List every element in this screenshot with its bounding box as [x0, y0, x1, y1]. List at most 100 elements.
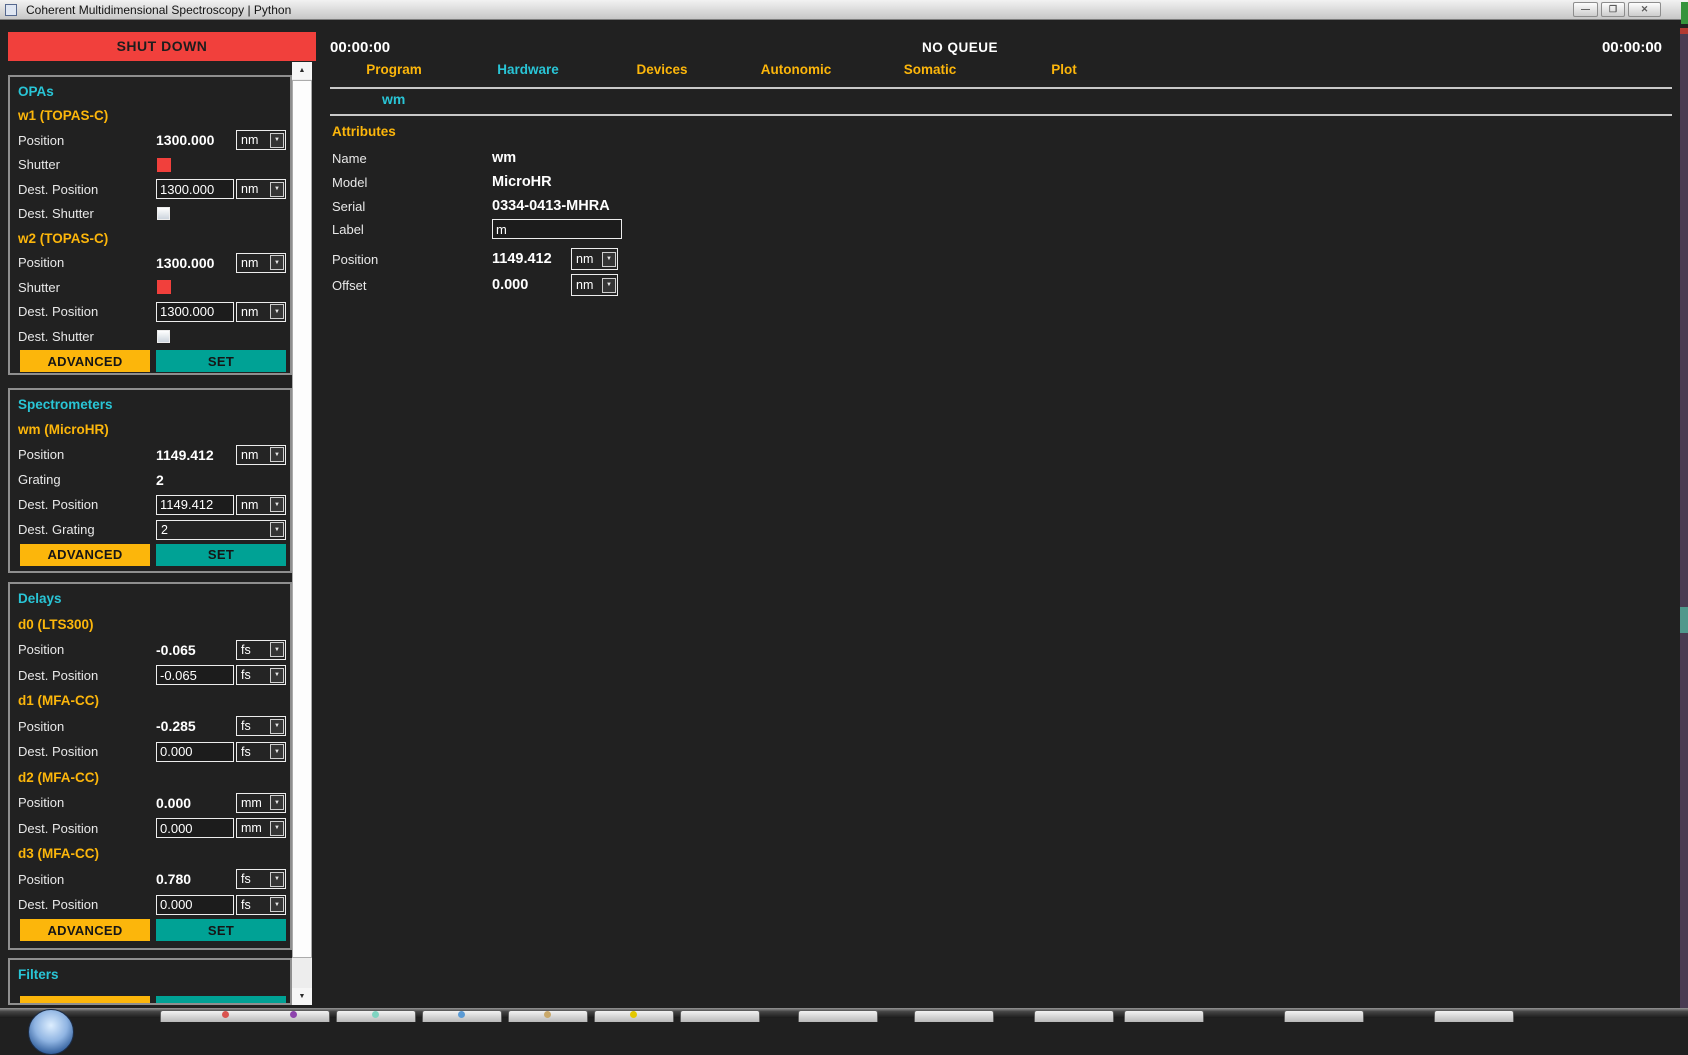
scroll-up-icon[interactable]: ▲ [292, 62, 312, 79]
shutter-indicator [157, 158, 171, 172]
tab-somatic[interactable]: Somatic [863, 58, 997, 82]
wm-position-row: Position 1149.412 nm ▼ [18, 442, 286, 467]
taskbar-button[interactable] [160, 1010, 330, 1022]
advanced-button[interactable]: ADVANCED [20, 350, 150, 372]
taskbar-button[interactable] [1034, 1010, 1114, 1022]
set-button[interactable]: SET [156, 350, 286, 372]
shutdown-button[interactable]: SHUT DOWN [8, 32, 316, 61]
unit-dropdown[interactable]: fs ▼ [236, 716, 286, 736]
sidebar-scrollbar[interactable]: ▲ ▼ [292, 62, 312, 1005]
dest-position-input[interactable] [156, 495, 234, 515]
name-label: Name [332, 151, 492, 166]
tab-autonomic[interactable]: Autonomic [729, 58, 863, 82]
dest-position-input[interactable] [156, 818, 234, 838]
tab-program[interactable]: Program [327, 58, 461, 82]
dest-position-input[interactable] [156, 302, 234, 322]
position-label: Position [18, 133, 154, 148]
tab-hardware[interactable]: Hardware [461, 58, 595, 82]
chevron-down-icon[interactable]: ▼ [270, 897, 284, 912]
advanced-button[interactable]: ADVANCED [20, 544, 150, 566]
chevron-down-icon[interactable]: ▼ [270, 872, 284, 887]
advanced-button[interactable]: ADVANCED [20, 919, 150, 941]
tab-devices[interactable]: Devices [595, 58, 729, 82]
chevron-down-icon[interactable]: ▼ [270, 133, 284, 148]
shutter-label: Shutter [18, 157, 156, 172]
taskbar-button[interactable] [1284, 1010, 1364, 1022]
device-name-w2: w2 (TOPAS-C) [18, 231, 108, 246]
unit-value: nm [241, 448, 270, 462]
d0-position-row: Position -0.065 fs ▼ [18, 637, 286, 663]
dest-position-label: Dest. Position [18, 897, 156, 912]
window-titlebar: Coherent Multidimensional Spectroscopy |… [0, 0, 1688, 20]
dest-position-input[interactable] [156, 179, 234, 199]
unit-dropdown[interactable]: nm ▼ [236, 495, 286, 515]
chevron-down-icon[interactable]: ▼ [270, 304, 284, 319]
dest-position-input[interactable] [156, 742, 234, 762]
advanced-button[interactable]: ADVANCED [20, 996, 150, 1005]
chevron-down-icon[interactable]: ▼ [270, 182, 284, 197]
dest-shutter-checkbox[interactable] [157, 330, 170, 343]
subtab-wm[interactable]: wm [382, 91, 405, 107]
chevron-down-icon[interactable]: ▼ [270, 522, 284, 537]
restore-button[interactable]: ❐ [1601, 2, 1625, 17]
chevron-down-icon[interactable]: ▼ [270, 719, 284, 734]
unit-dropdown[interactable]: fs ▼ [236, 640, 286, 660]
dest-grating-value: 2 [161, 523, 270, 537]
set-button[interactable]: SET [156, 919, 286, 941]
queue-status: NO QUEUE [660, 40, 1260, 55]
minimize-button[interactable]: — [1573, 2, 1598, 17]
chevron-down-icon[interactable]: ▼ [270, 497, 284, 512]
unit-dropdown[interactable]: nm ▼ [236, 179, 286, 199]
dest-shutter-checkbox[interactable] [157, 207, 170, 220]
dest-position-input[interactable] [156, 665, 234, 685]
chevron-down-icon[interactable]: ▼ [270, 821, 284, 836]
tab-plot[interactable]: Plot [997, 58, 1131, 82]
w2-shutter-row: Shutter [18, 275, 286, 300]
chevron-down-icon[interactable]: ▼ [270, 744, 284, 759]
unit-dropdown[interactable]: fs ▼ [236, 742, 286, 762]
unit-dropdown[interactable]: nm ▼ [236, 445, 286, 465]
set-button[interactable]: SET [156, 996, 286, 1005]
chevron-down-icon[interactable]: ▼ [270, 642, 284, 657]
chevron-down-icon[interactable]: ▼ [270, 255, 284, 270]
scrollbar-thumb[interactable] [292, 80, 312, 958]
unit-dropdown[interactable]: nm ▼ [236, 253, 286, 273]
unit-dropdown[interactable]: fs ▼ [236, 895, 286, 915]
dest-position-input[interactable] [156, 895, 234, 915]
taskbar-button[interactable] [680, 1010, 760, 1022]
w1-position-row: Position 1300.000 nm ▼ [18, 128, 286, 153]
device-name-wm: wm (MicroHR) [18, 422, 109, 437]
taskbar-button[interactable] [1124, 1010, 1204, 1022]
scroll-down-icon[interactable]: ▼ [292, 988, 312, 1005]
d1-dest-position-row: Dest. Position fs ▼ [18, 739, 286, 765]
set-button[interactable]: SET [156, 544, 286, 566]
chevron-down-icon[interactable]: ▼ [270, 447, 284, 462]
position-unit-dropdown[interactable]: nm ▼ [571, 248, 618, 270]
unit-dropdown[interactable]: mm ▼ [236, 793, 286, 813]
unit-dropdown[interactable]: nm ▼ [236, 130, 286, 150]
unit-dropdown[interactable]: fs ▼ [236, 665, 286, 685]
position-value: 1149.412 [154, 447, 234, 463]
start-orb[interactable] [28, 1009, 74, 1055]
d1-position-row: Position -0.285 fs ▼ [18, 714, 286, 740]
chevron-down-icon[interactable]: ▼ [602, 278, 616, 293]
taskbar-button[interactable] [1434, 1010, 1514, 1022]
attr-row-name: Name wm [332, 146, 516, 170]
position-value: 1300.000 [154, 132, 234, 148]
close-button[interactable]: ✕ [1628, 2, 1661, 17]
d0-dest-position-row: Dest. Position fs ▼ [18, 663, 286, 689]
unit-dropdown[interactable]: fs ▼ [236, 869, 286, 889]
chevron-down-icon[interactable]: ▼ [270, 668, 284, 683]
taskbar-button[interactable] [798, 1010, 878, 1022]
offset-unit-dropdown[interactable]: nm ▼ [571, 274, 618, 296]
chevron-down-icon[interactable]: ▼ [270, 795, 284, 810]
window-title: Coherent Multidimensional Spectroscopy |… [26, 3, 291, 17]
chevron-down-icon[interactable]: ▼ [602, 252, 616, 267]
dest-grating-dropdown[interactable]: 2 ▼ [156, 520, 286, 540]
app-icon [5, 4, 17, 16]
position-value: 1300.000 [154, 255, 234, 271]
unit-dropdown[interactable]: nm ▼ [236, 302, 286, 322]
unit-dropdown[interactable]: mm ▼ [236, 818, 286, 838]
taskbar-button[interactable] [914, 1010, 994, 1022]
label-input[interactable] [492, 219, 622, 239]
